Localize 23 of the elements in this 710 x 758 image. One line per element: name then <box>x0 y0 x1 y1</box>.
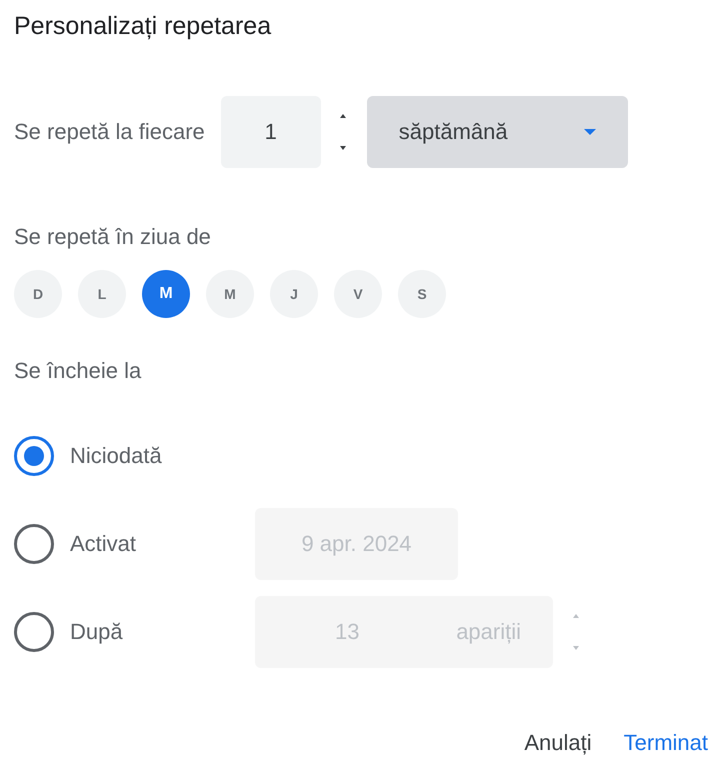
day-toggle[interactable]: M <box>142 270 190 318</box>
day-toggle[interactable]: L <box>78 270 126 318</box>
cancel-button[interactable]: Anulați <box>524 728 592 758</box>
day-toggle[interactable]: V <box>334 270 382 318</box>
option-label: Niciodată <box>70 443 162 469</box>
radio-button[interactable] <box>14 524 54 564</box>
days-label: Se repetă în ziua de <box>14 224 212 250</box>
day-toggle[interactable]: M <box>206 270 254 318</box>
option-label: După <box>70 619 123 645</box>
day-toggle[interactable]: S <box>398 270 446 318</box>
unit-dropdown[interactable]: săptămână <box>366 96 628 168</box>
option-label: Activat <box>70 531 136 557</box>
repeat-label: Se repetă la fiecare <box>14 119 205 145</box>
caret-icon <box>584 129 596 135</box>
ends-label: Se încheie la <box>14 358 142 384</box>
interval-field[interactable]: 1 <box>220 96 321 168</box>
radio-button[interactable] <box>14 436 54 476</box>
day-toggle[interactable]: J <box>270 270 318 318</box>
done-button[interactable]: Terminat <box>624 728 708 758</box>
dialog-title: Personalizați repetarea <box>14 12 272 42</box>
spinner-icon[interactable] <box>338 112 348 152</box>
radio-button[interactable] <box>14 612 54 652</box>
day-toggle[interactable]: D <box>14 270 62 318</box>
